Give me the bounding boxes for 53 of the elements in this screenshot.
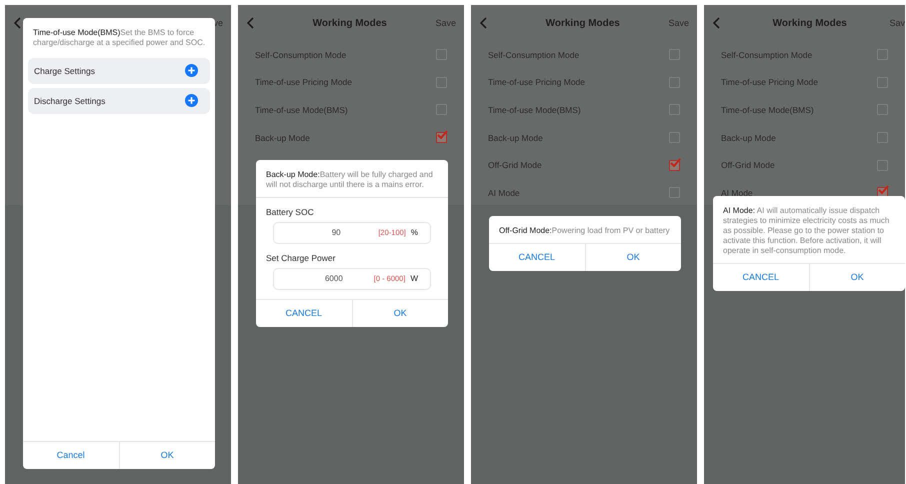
back-icon[interactable] [480,17,487,29]
ok-button[interactable]: OK [118,442,215,468]
mode-label: Off-Grid Mode [721,160,775,170]
add-icon[interactable] [185,94,198,107]
mode-label: Back-up Mode [255,132,310,143]
mode-label: AI Mode [721,188,753,198]
mode-label: Off-Grid Mode [488,160,542,170]
dialog-message: Time-of-use Mode(BMS)Set the BMS to force charge/discharge at a specified power and SOC. [32,26,206,49]
ok-button[interactable]: OK [352,300,448,326]
mode-checkbox[interactable] [669,160,680,171]
add-icon[interactable] [185,64,198,77]
checkmark-icon[interactable] [437,130,448,140]
dialog-message: AI Mode: AI will automatically issue dispatch strategies to minimize electricity costs as much as possible. Please go to the power station to activate this function. Before activation, it will operate in self-consumption mode. [722,204,890,257]
checkmark-icon[interactable] [670,158,681,167]
cancel-button[interactable]: CANCEL [489,244,584,270]
unit-label: W [410,274,418,283]
settings-item[interactable]: Charge Settings [28,58,210,84]
save-button[interactable]: Save [435,18,464,28]
mode-label: AI Mode [488,188,520,198]
dialog-message: Back-up Mode:Battery will be fully charged and will not discharge until there is a mains error. [265,168,434,191]
back-icon[interactable] [247,17,254,29]
field-label: Set Charge Power [265,252,336,262]
field-label: Battery SOC [265,206,315,216]
settings-item[interactable]: Discharge Settings [28,88,210,114]
settings-label: Discharge Settings [34,96,106,106]
cancel-button[interactable]: Cancel [23,442,118,468]
mode-label: Self-Consumption Mode [721,50,812,60]
mode-label: Self-Consumption Mode [255,50,346,60]
screen-title: Working Modes [312,18,388,28]
mode-label: Back-up Mode [488,132,543,143]
cancel-button[interactable]: CANCEL [256,300,352,326]
cancel-button[interactable]: CANCEL [713,264,808,290]
mode-label: Back-up Mode [721,132,776,143]
mode-label: Time-of-use Mode(BMS) [255,104,348,115]
save-button[interactable]: Save [668,18,697,28]
mode-label: Time-of-use Mode(BMS) [721,104,814,115]
screen-title: Working Modes [772,18,848,28]
mode-label: Time-of-use Mode(BMS) [488,104,581,115]
back-icon[interactable] [713,17,720,29]
ok-button[interactable]: OK [808,264,905,290]
mode-label: Time-of-use Pricing Mode [255,77,352,88]
mode-checkbox[interactable] [436,132,447,144]
ok-button[interactable]: OK [584,244,681,270]
dialog-message: Off-Grid Mode:Powering load from PV or battery [498,224,671,237]
settings-label: Charge Settings [34,66,95,76]
checkmark-icon[interactable] [878,185,889,194]
save-button[interactable]: Sav [889,18,905,28]
mode-label: Time-of-use Pricing Mode [488,77,585,88]
screen-title: Working Modes [544,18,621,28]
unit-label: % [410,228,418,237]
back-icon[interactable] [14,17,21,29]
mode-label: Time-of-use Pricing Mode [721,77,818,88]
mode-label: Self-Consumption Mode [488,50,580,60]
